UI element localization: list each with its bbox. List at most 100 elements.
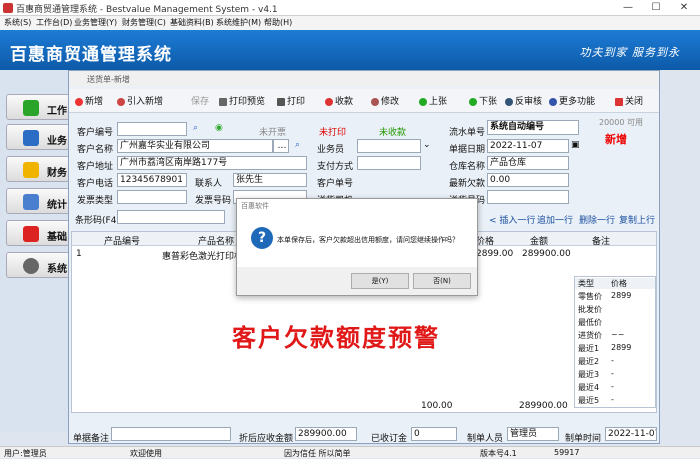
credit-warning-text: 客户欠款额度预警 [232, 323, 440, 352]
delete-row-link[interactable]: 删除一行 [579, 213, 615, 226]
chevron-down-icon[interactable]: ⌄ [423, 140, 431, 150]
price-row: 最低价 [578, 318, 602, 327]
document-title-bar: 送货单-新增 [69, 71, 659, 87]
window-title: 百惠商贸通管理系统 - Bestvalue Management System … [16, 5, 278, 15]
people-icon [23, 130, 39, 146]
unaudit-icon [505, 97, 513, 106]
last-debt-input[interactable]: 0.00 [487, 173, 569, 187]
delivery-no-input[interactable] [487, 190, 569, 204]
nav-business[interactable]: 业务 [6, 124, 74, 150]
discount-input[interactable]: 289900.00 [295, 427, 357, 441]
row-amount[interactable]: 289900.00 [522, 249, 571, 259]
unaudit-button[interactable]: 反审核 [505, 94, 542, 107]
customer-code-input[interactable] [117, 122, 187, 136]
save-button[interactable]: 保存 [191, 94, 209, 107]
customer-browse-button[interactable]: … [273, 139, 289, 153]
arrow-up-icon [419, 97, 427, 106]
price-row: 最近4- [578, 382, 614, 392]
next-button[interactable]: 下张 [469, 94, 497, 107]
col-product-code: 产品编号 [104, 237, 141, 247]
warehouse-select[interactable]: 产品仓库 [487, 156, 569, 170]
import-new-button[interactable]: 引入新增 [117, 94, 163, 107]
print-button[interactable]: 打印 [277, 94, 305, 107]
paid-input[interactable]: 0 [411, 427, 457, 441]
col-amount: 金额 [530, 237, 549, 247]
customer-name-input[interactable]: 广州嘉华实业有限公司 [117, 139, 273, 153]
payment-select[interactable] [357, 156, 421, 170]
insert-row-link[interactable]: < 插入一行 [489, 213, 535, 226]
row-price[interactable]: 2899.00 [476, 249, 513, 259]
close-document-button[interactable]: 关闭 [615, 94, 643, 107]
question-icon: ? [251, 227, 273, 249]
import-icon [117, 97, 125, 106]
date-input[interactable]: 2022-11-07 [487, 139, 569, 153]
discount-label: 折后应收金额 [239, 434, 294, 444]
time-input[interactable]: 2022-11-07 [605, 427, 657, 441]
invoice-status: 未开票 [259, 128, 287, 138]
toolbar: 新增 引入新增 保存 打印预览 打印 收款 修改 上张 下张 反审核 更多功能 … [69, 89, 659, 113]
print-preview-button[interactable]: 打印预览 [219, 94, 265, 107]
customer-order-label: 客户单号 [317, 179, 354, 189]
total-amount: 289900.00 [519, 401, 568, 411]
minimize-button[interactable]: — [614, 0, 642, 16]
nav-statistics[interactable]: 统计 [6, 188, 74, 214]
gear-icon [23, 258, 39, 274]
serial-label: 流水单号 [449, 128, 486, 138]
status-welcome: 欢迎使用 [130, 449, 162, 458]
customer-phone-input[interactable]: 12345678901 [117, 173, 187, 187]
new-button[interactable]: 新增 [75, 94, 103, 107]
status-slogan: 因为信任 所以简单 [284, 449, 351, 458]
preview-icon [219, 97, 227, 106]
new-tag: 新增 [605, 133, 627, 146]
nav-workbench[interactable]: 工作 [6, 94, 74, 120]
status-bar: 用户:管理员 欢迎使用 因为信任 所以简单 版本号4.1 59917 [0, 446, 700, 458]
calendar-icon[interactable]: ▣ [571, 140, 580, 150]
yes-button[interactable]: 是(Y) [351, 273, 409, 289]
grid-icon [549, 97, 557, 106]
menu-system[interactable]: 系统(S) [4, 17, 31, 28]
no-button[interactable]: 否(N) [413, 273, 471, 289]
more-functions-button[interactable]: 更多功能 [549, 94, 595, 107]
copy-row-link[interactable]: 复制上行 [619, 213, 655, 226]
customer-addr-input[interactable]: 广州市荔湾区南岸路177号 [117, 156, 307, 170]
search-icon[interactable]: ⌕ [295, 140, 300, 150]
coins-icon [325, 97, 333, 106]
menu-finance[interactable]: 财务管理(C) [122, 17, 166, 28]
pencil-icon [371, 97, 379, 106]
maker-input[interactable]: 管理员 [507, 427, 559, 441]
nav-basic[interactable]: 基础 [6, 220, 74, 246]
receipt-button[interactable]: 收款 [325, 94, 353, 107]
serial-input[interactable]: 系统自动编号 [487, 120, 579, 135]
nav-system[interactable]: 系统 [6, 252, 74, 278]
customer-addr-label: 客户地址 [77, 162, 114, 172]
nav-finance[interactable]: 财务 [6, 156, 74, 182]
search-icon[interactable]: ⌕ [193, 123, 198, 133]
contact-input[interactable]: 张先生 [233, 173, 307, 187]
edit-button[interactable]: 修改 [371, 94, 399, 107]
menu-help[interactable]: 帮助(H) [264, 17, 292, 28]
salesperson-label: 业务员 [317, 145, 345, 155]
salesperson-select[interactable] [357, 139, 421, 153]
total-qty: 100.00 [421, 401, 453, 411]
append-row-link[interactable]: 追加一行 [537, 213, 573, 226]
book-icon [23, 226, 39, 242]
maker-label: 制单人员 [467, 434, 504, 444]
customer-code-label: 客户编号 [77, 128, 114, 138]
receipt-status: 未收款 [379, 128, 407, 138]
invoice-type-select[interactable] [117, 190, 187, 204]
maximize-button[interactable]: ☐ [642, 0, 670, 16]
menu-basic[interactable]: 基础资料(B) [170, 17, 214, 28]
customer-name-label: 客户名称 [77, 145, 114, 155]
remark-input[interactable] [111, 427, 231, 441]
menu-maintenance[interactable]: 系统维护(M) [216, 17, 261, 28]
print-status: 未打印 [319, 128, 347, 138]
close-button[interactable]: ✕ [670, 0, 698, 16]
price-row: 进货价 ~~ [578, 330, 625, 340]
menu-workbench[interactable]: 工作台(D) [36, 17, 72, 28]
row-product-name[interactable]: 惠普彩色激光打印机 [162, 249, 243, 262]
prev-button[interactable]: 上张 [419, 94, 447, 107]
refresh-icon[interactable]: ◉ [215, 123, 223, 133]
menu-business[interactable]: 业务管理(Y) [74, 17, 117, 28]
barcode-input[interactable] [117, 210, 225, 224]
price-row: 零售价 2899 [578, 291, 632, 301]
